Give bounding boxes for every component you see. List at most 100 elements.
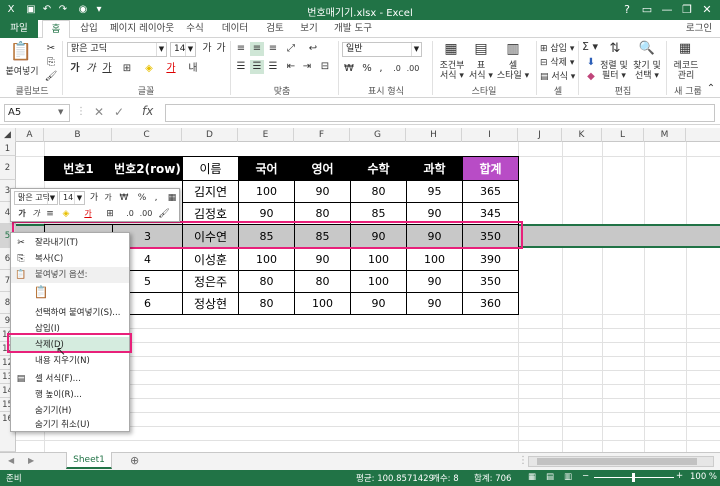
header-cell[interactable]: 번호2(row) (112, 156, 183, 181)
header-cell[interactable]: 수학 (350, 156, 407, 181)
align-left-icon[interactable]: ☰ (234, 60, 248, 74)
zoom-in-icon[interactable]: + (676, 471, 683, 481)
score-cell[interactable]: 80 (238, 292, 295, 315)
col-header-c[interactable]: C (112, 128, 182, 142)
find-select-button[interactable]: 찾기 및 선택 ▾ (630, 61, 664, 81)
col-header-l[interactable]: L (602, 128, 644, 142)
align-center-icon[interactable]: ≡ (43, 207, 57, 221)
name-cell[interactable]: 정상현 (182, 292, 239, 315)
menu-item-row-height[interactable]: 행 높이(R)... (11, 387, 129, 403)
italic-icon[interactable]: 가 (29, 207, 43, 221)
copy-icon[interactable]: ⎘ (44, 56, 58, 70)
chevron-down-icon[interactable]: ▼ (58, 108, 63, 116)
comma-icon[interactable]: , (149, 191, 163, 205)
col-header-m[interactable]: M (644, 128, 686, 142)
paste-button[interactable]: 붙여넣기 (2, 64, 42, 77)
percent-icon[interactable]: % (135, 191, 149, 205)
menu-item-unhide[interactable]: 숨기기 취소(U) (11, 419, 129, 431)
menu-item-copy[interactable]: ⎘ 복사(C) (11, 251, 129, 267)
scrollbar-thumb[interactable] (537, 458, 697, 465)
wrap-text-icon[interactable]: ↩ (306, 42, 320, 56)
fill-color-icon[interactable]: ◈ (59, 207, 73, 221)
underline-icon[interactable]: 가 (100, 62, 114, 76)
menu-item-format-cells[interactable]: ▤ 셀 서식(F)... (11, 371, 129, 387)
mini-font-combo[interactable]: 맑은 고딕 ▼ (14, 191, 58, 205)
italic-icon[interactable]: 가 (84, 62, 98, 76)
total-cell[interactable]: 360 (462, 292, 519, 315)
row-header[interactable]: 1 (0, 142, 16, 156)
score-cell[interactable]: 100 (238, 180, 295, 203)
phonetic-icon[interactable]: 내 (186, 62, 200, 76)
grow-font-icon[interactable]: 가 (87, 191, 101, 205)
total-cell[interactable]: 350 (462, 270, 519, 293)
score-cell[interactable]: 100 (350, 248, 407, 271)
col-header-b[interactable]: B (44, 128, 112, 142)
tab-insert[interactable]: 삽입 (74, 20, 104, 38)
mini-size-combo[interactable]: 14 ▼ (59, 191, 85, 205)
name-cell[interactable]: 정은주 (182, 270, 239, 293)
score-cell[interactable]: 100 (294, 292, 351, 315)
enter-icon[interactable]: ✓ (114, 105, 124, 119)
restore-icon[interactable]: ❐ (678, 2, 696, 18)
score-cell[interactable]: 100 (238, 248, 295, 271)
indent-decrease-icon[interactable]: ⇤ (284, 60, 298, 74)
cell-style-button[interactable]: 셀 스타일 ▾ (496, 61, 530, 81)
select-all-corner[interactable]: ◢ (0, 128, 16, 142)
record-manage-icon[interactable]: ▦ (676, 42, 694, 60)
menu-item-clear-contents[interactable]: 내용 지우기(N) (11, 353, 129, 369)
menu-item-paste-option[interactable]: 📋 (11, 283, 129, 305)
grow-font-icon[interactable]: 가 (200, 42, 214, 56)
score-cell[interactable]: 90 (406, 292, 463, 315)
zoom-level[interactable]: 100 % (690, 472, 717, 482)
font-size-combo[interactable]: 14 ▼ (170, 42, 196, 57)
increase-decimal-icon[interactable]: .0 (390, 62, 404, 76)
score-cell[interactable]: 90 (406, 270, 463, 293)
format-cells-button[interactable]: ▤ 서식 ▾ (540, 69, 580, 82)
tab-file[interactable]: 파일 (0, 20, 38, 38)
decrease-decimal-icon[interactable]: .00 (406, 62, 420, 76)
tab-page-layout[interactable]: 페이지 레이아웃 (108, 20, 176, 38)
insert-cells-button[interactable]: ⊞ 삽입 ▾ (540, 41, 580, 54)
col-header-d[interactable]: D (182, 128, 238, 142)
cell-style-icon[interactable]: ▥ (504, 42, 522, 60)
align-center-icon[interactable]: ☰ (250, 60, 264, 74)
shrink-font-icon[interactable]: 가 (101, 191, 115, 205)
scroll-right-icon[interactable]: ▶ (28, 456, 34, 465)
conditional-format-icon[interactable]: ▦ (442, 42, 460, 60)
format-painter-icon[interactable]: 🖌 (157, 207, 171, 221)
ribbon-display-icon[interactable]: ▭ (638, 2, 656, 18)
total-cell[interactable]: 390 (462, 248, 519, 271)
tab-data[interactable]: 데이터 (214, 20, 256, 38)
score-cell[interactable]: 80 (294, 270, 351, 293)
formula-input[interactable] (165, 104, 715, 122)
row-header[interactable]: 2 (0, 156, 16, 180)
cancel-icon[interactable]: ✕ (94, 105, 104, 119)
col-header-a[interactable]: A (16, 128, 44, 142)
col-header-j[interactable]: J (518, 128, 562, 142)
font-color-icon[interactable]: 가 (164, 62, 178, 76)
header-cell[interactable]: 국어 (238, 156, 295, 181)
indent-increase-icon[interactable]: ⇥ (300, 60, 314, 74)
help-icon[interactable]: ? (618, 2, 636, 18)
header-cell-total[interactable]: 합계 (462, 156, 519, 181)
name-cell[interactable]: 김지연 (182, 180, 239, 203)
col-header-h[interactable]: H (406, 128, 462, 142)
table-icon[interactable]: ▦ (165, 191, 179, 205)
fill-icon[interactable]: ⬇ (584, 56, 598, 70)
name-cell[interactable]: 이성훈 (182, 248, 239, 271)
conditional-format-button[interactable]: 조건부 서식 ▾ (436, 61, 468, 81)
close-icon[interactable]: ✕ (698, 2, 716, 18)
merge-icon[interactable]: ⊟ (318, 60, 332, 74)
align-right-icon[interactable]: ☰ (266, 60, 280, 74)
bold-icon[interactable]: 가 (15, 207, 29, 221)
sign-in-link[interactable]: 로그인 (680, 20, 718, 38)
score-cell[interactable]: 80 (350, 180, 407, 203)
delete-cells-button[interactable]: ⊟ 삭제 ▾ (540, 55, 580, 68)
zoom-slider-thumb[interactable] (632, 473, 635, 482)
col-header-i[interactable]: I (462, 128, 518, 142)
align-top-icon[interactable]: ≡ (234, 42, 248, 56)
autosum-button[interactable]: Σ ▾ (582, 40, 602, 53)
align-middle-icon[interactable]: ≡ (250, 42, 264, 56)
score-cell[interactable]: 90 (294, 180, 351, 203)
score-cell[interactable]: 90 (350, 292, 407, 315)
